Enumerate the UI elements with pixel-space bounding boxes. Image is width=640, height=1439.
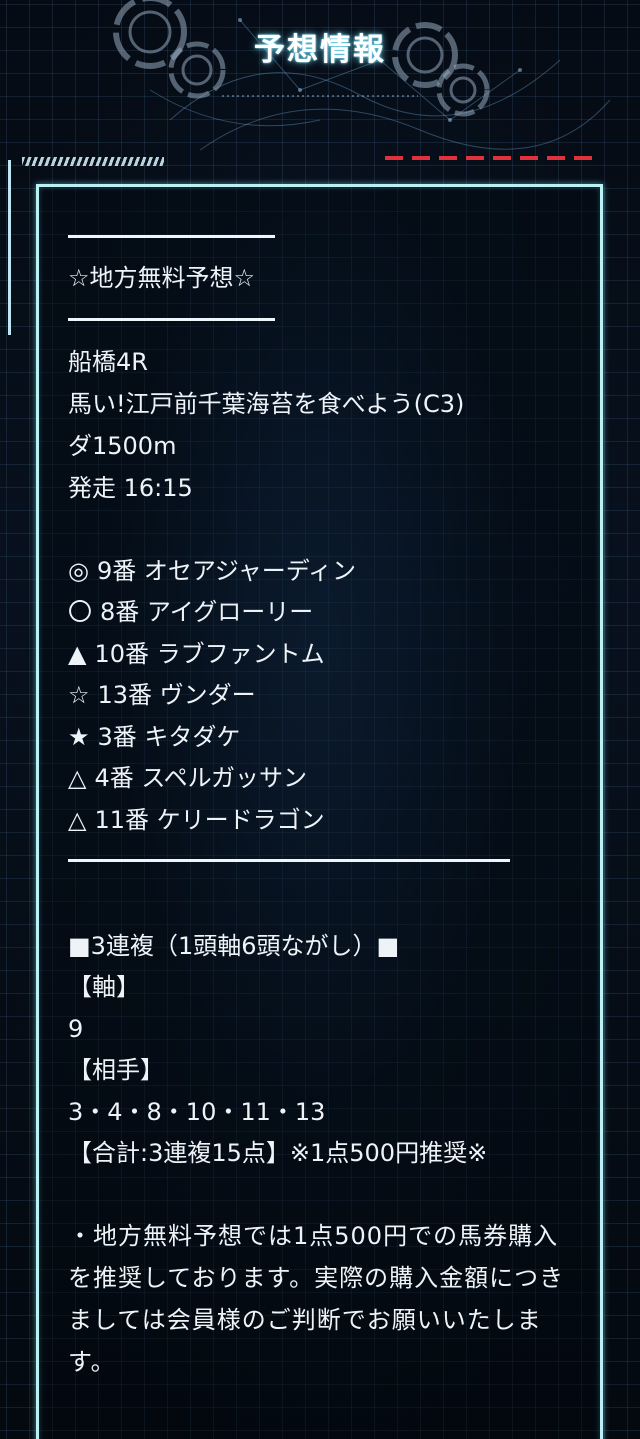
divider-picks: [68, 859, 510, 862]
pick-mark: ★: [68, 723, 90, 751]
pick-mark: ◎: [68, 557, 89, 585]
pick-mark: △: [68, 764, 87, 792]
decorative-left-bracket: [8, 160, 17, 335]
section-heading: ☆地方無料予想☆: [68, 264, 256, 292]
purchase-notice: ・地方無料予想では1点500円での馬券購入を推奨しております。実際の購入金額につ…: [68, 1222, 565, 1376]
pick-mark: △: [68, 806, 87, 834]
pick-horse: 10番 ラブファントム: [94, 640, 325, 668]
pick-row: △ 4番 スペルガッサン: [68, 763, 307, 793]
pick-horse: 11番 ケリードラゴン: [94, 806, 325, 834]
pick-horse: 13番 ヴンダー: [97, 681, 256, 709]
bet-type: ■3連複（1頭軸6頭ながし）■: [68, 932, 400, 960]
pick-row: ◎ 9番 オセアジャーディン: [68, 556, 356, 586]
decorative-red-dash: [385, 156, 593, 160]
race-start-time: 発走 16:15: [68, 474, 193, 502]
pick-horse: 4番 スペルガッサン: [94, 764, 307, 792]
race-distance: ダ1500m: [68, 432, 177, 460]
bet-partner-label: 【相手】: [68, 1056, 164, 1084]
page-title: 予想情報: [254, 32, 386, 68]
race-venue-number: 船橋4R: [68, 348, 148, 376]
race-name: 馬い!江戸前千葉海苔を食べよう(C3): [68, 390, 465, 418]
pick-horse: 3番 キタダケ: [97, 723, 241, 751]
pick-row: ▲ 10番 ラブファントム: [68, 639, 325, 669]
bet-total: 【合計:3連複15点】※1点500円推奨※: [68, 1139, 488, 1167]
pick-mark: 〇: [68, 598, 92, 626]
bet-axis-value: 9: [68, 1015, 84, 1043]
pick-row: ★ 3番 キタダケ: [68, 722, 240, 752]
divider-top: [68, 235, 275, 238]
pick-row: 〇 8番 アイグローリー: [68, 597, 313, 627]
bet-partner-value: 3・4・8・10・11・13: [68, 1098, 326, 1126]
divider-heading: [68, 318, 275, 321]
pick-row: △ 11番 ケリードラゴン: [68, 805, 325, 835]
pick-row: ☆ 13番 ヴンダー: [68, 680, 256, 710]
pick-horse: 8番 アイグローリー: [100, 598, 314, 626]
pick-horse: 9番 オセアジャーディン: [96, 557, 357, 585]
pick-mark: ▲: [68, 640, 87, 668]
bet-axis-label: 【軸】: [68, 973, 140, 1001]
decorative-stripe-bar: [22, 157, 164, 166]
pick-mark: ☆: [68, 681, 90, 709]
